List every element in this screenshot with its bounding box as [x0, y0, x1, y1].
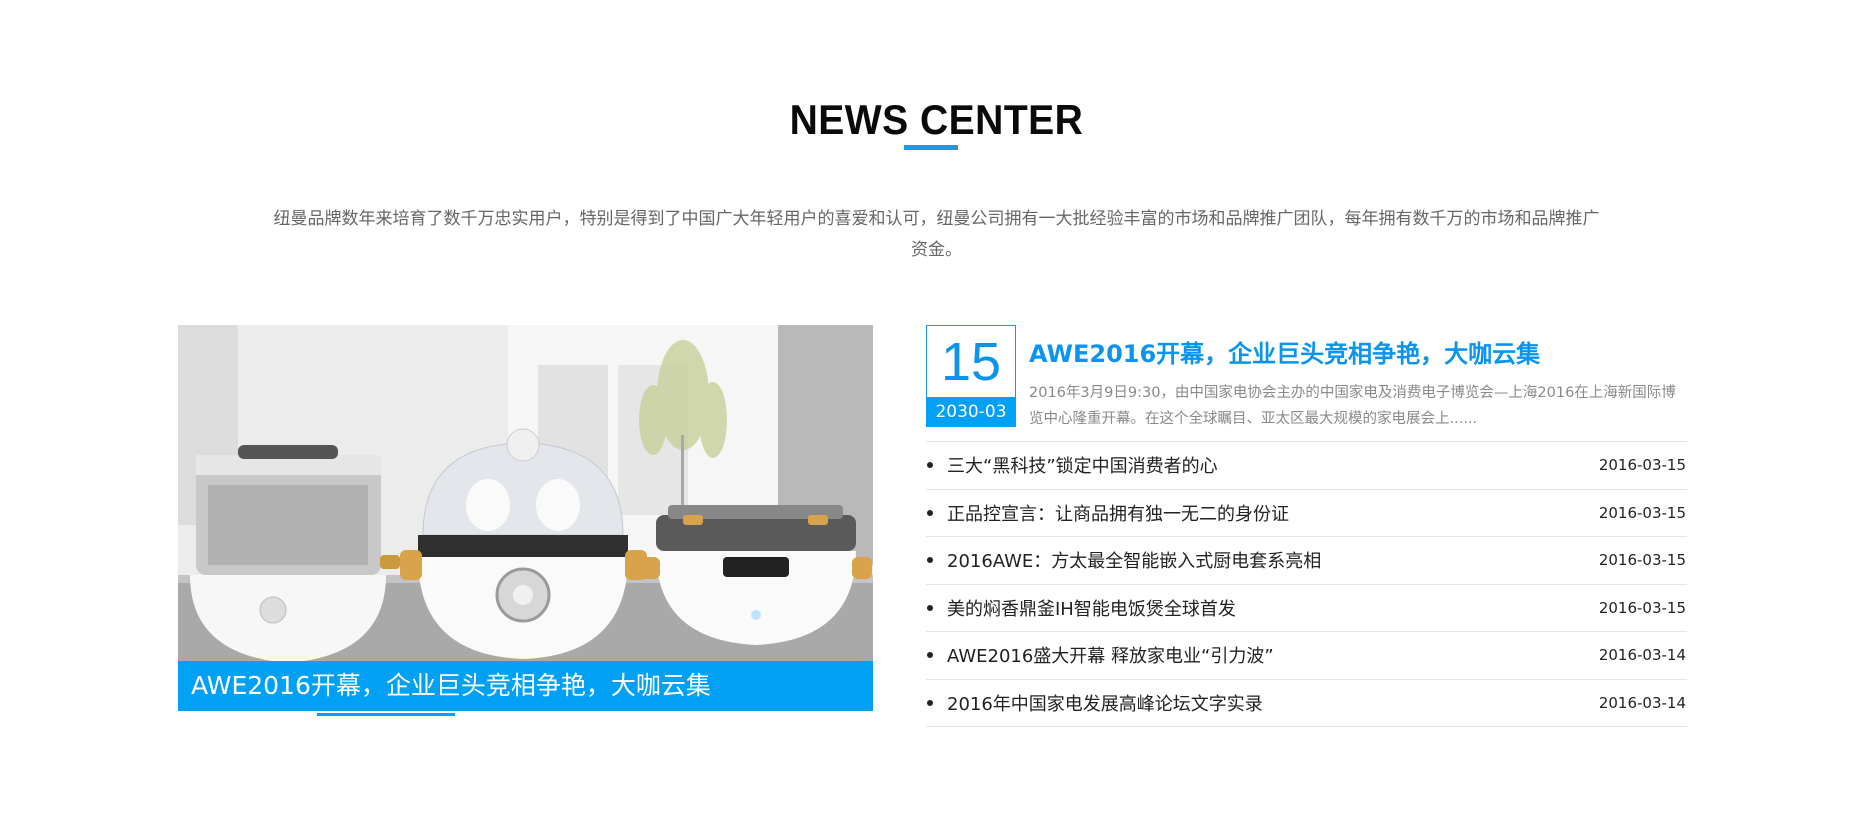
- news-title-link[interactable]: 2016年中国家电发展高峰论坛文字实录: [947, 690, 1599, 716]
- news-center-section: NEWS CENTER 纽曼品牌数年来培育了数千万忠实用户，特别是得到了中国广大…: [0, 0, 1873, 818]
- bullet-icon: [927, 604, 933, 611]
- section-title: NEWS CENTER: [789, 96, 1084, 143]
- news-title-link[interactable]: 三大“黑科技”锁定中国消费者的心: [947, 452, 1599, 478]
- feature-caption[interactable]: AWE2016开幕，企业巨头竞相争艳，大咖云集: [178, 661, 873, 711]
- news-title-link[interactable]: AWE2016盛大开幕 释放家电业“引力波”: [947, 642, 1599, 668]
- news-list-item[interactable]: AWE2016盛大开幕 释放家电业“引力波” 2016-03-14: [926, 632, 1687, 680]
- highlight-headline-link[interactable]: AWE2016开幕，企业巨头竞相争艳，大咖云集: [1029, 334, 1540, 369]
- slide-indicator[interactable]: [317, 713, 455, 716]
- news-list: 三大“黑科技”锁定中国消费者的心 2016-03-15 正品控宣言：让商品拥有独…: [926, 441, 1687, 727]
- bullet-icon: [927, 652, 933, 659]
- title-underline: [904, 145, 958, 150]
- news-title-link[interactable]: 2016AWE：方太最全智能嵌入式厨电套系亮相: [947, 547, 1599, 573]
- news-date: 2016-03-15: [1598, 598, 1686, 617]
- bullet-icon: [927, 462, 933, 469]
- news-list-item[interactable]: 美的焖香鼎釜IH智能电饭煲全球首发 2016-03-15: [926, 585, 1687, 632]
- news-date: 2016-03-15: [1598, 456, 1686, 475]
- news-list-item[interactable]: 正品控宣言：让商品拥有独一无二的身份证 2016-03-15: [926, 490, 1687, 537]
- news-date: 2016-03-15: [1598, 551, 1686, 570]
- news-list-item[interactable]: 2016年中国家电发展高峰论坛文字实录 2016-03-14: [926, 680, 1687, 727]
- highlight-summary: 2016年3月9日9:30，由中国家电协会主办的中国家电及消费电子博览会—上海2…: [1029, 385, 1676, 427]
- news-title-link[interactable]: 正品控宣言：让商品拥有独一无二的身份证: [947, 500, 1599, 526]
- bullet-icon: [927, 509, 933, 516]
- news-title-link[interactable]: 美的焖香鼎釜IH智能电饭煲全球首发: [947, 595, 1599, 621]
- bullet-icon: [927, 699, 933, 706]
- news-list-item[interactable]: 三大“黑科技”锁定中国消费者的心 2016-03-15: [926, 442, 1687, 490]
- news-list-item[interactable]: 2016AWE：方太最全智能嵌入式厨电套系亮相 2016-03-15: [926, 537, 1687, 585]
- bullet-icon: [927, 557, 933, 564]
- date-year-month: 2030-03: [926, 397, 1016, 427]
- section-intro: 纽曼品牌数年来培育了数千万忠实用户，特别是得到了中国广大年轻用户的喜爱和认可，纽…: [273, 209, 1600, 260]
- news-date: 2016-03-15: [1598, 503, 1686, 522]
- date-badge: 15 2030-03: [926, 325, 1016, 427]
- news-date: 2016-03-14: [1598, 693, 1686, 712]
- feature-news-card[interactable]: AWE2016开幕，企业巨头竞相争艳，大咖云集: [178, 325, 873, 711]
- kitchen-appliances-photo: [178, 325, 873, 711]
- news-date: 2016-03-14: [1598, 646, 1686, 665]
- date-day: 15: [940, 332, 1002, 392]
